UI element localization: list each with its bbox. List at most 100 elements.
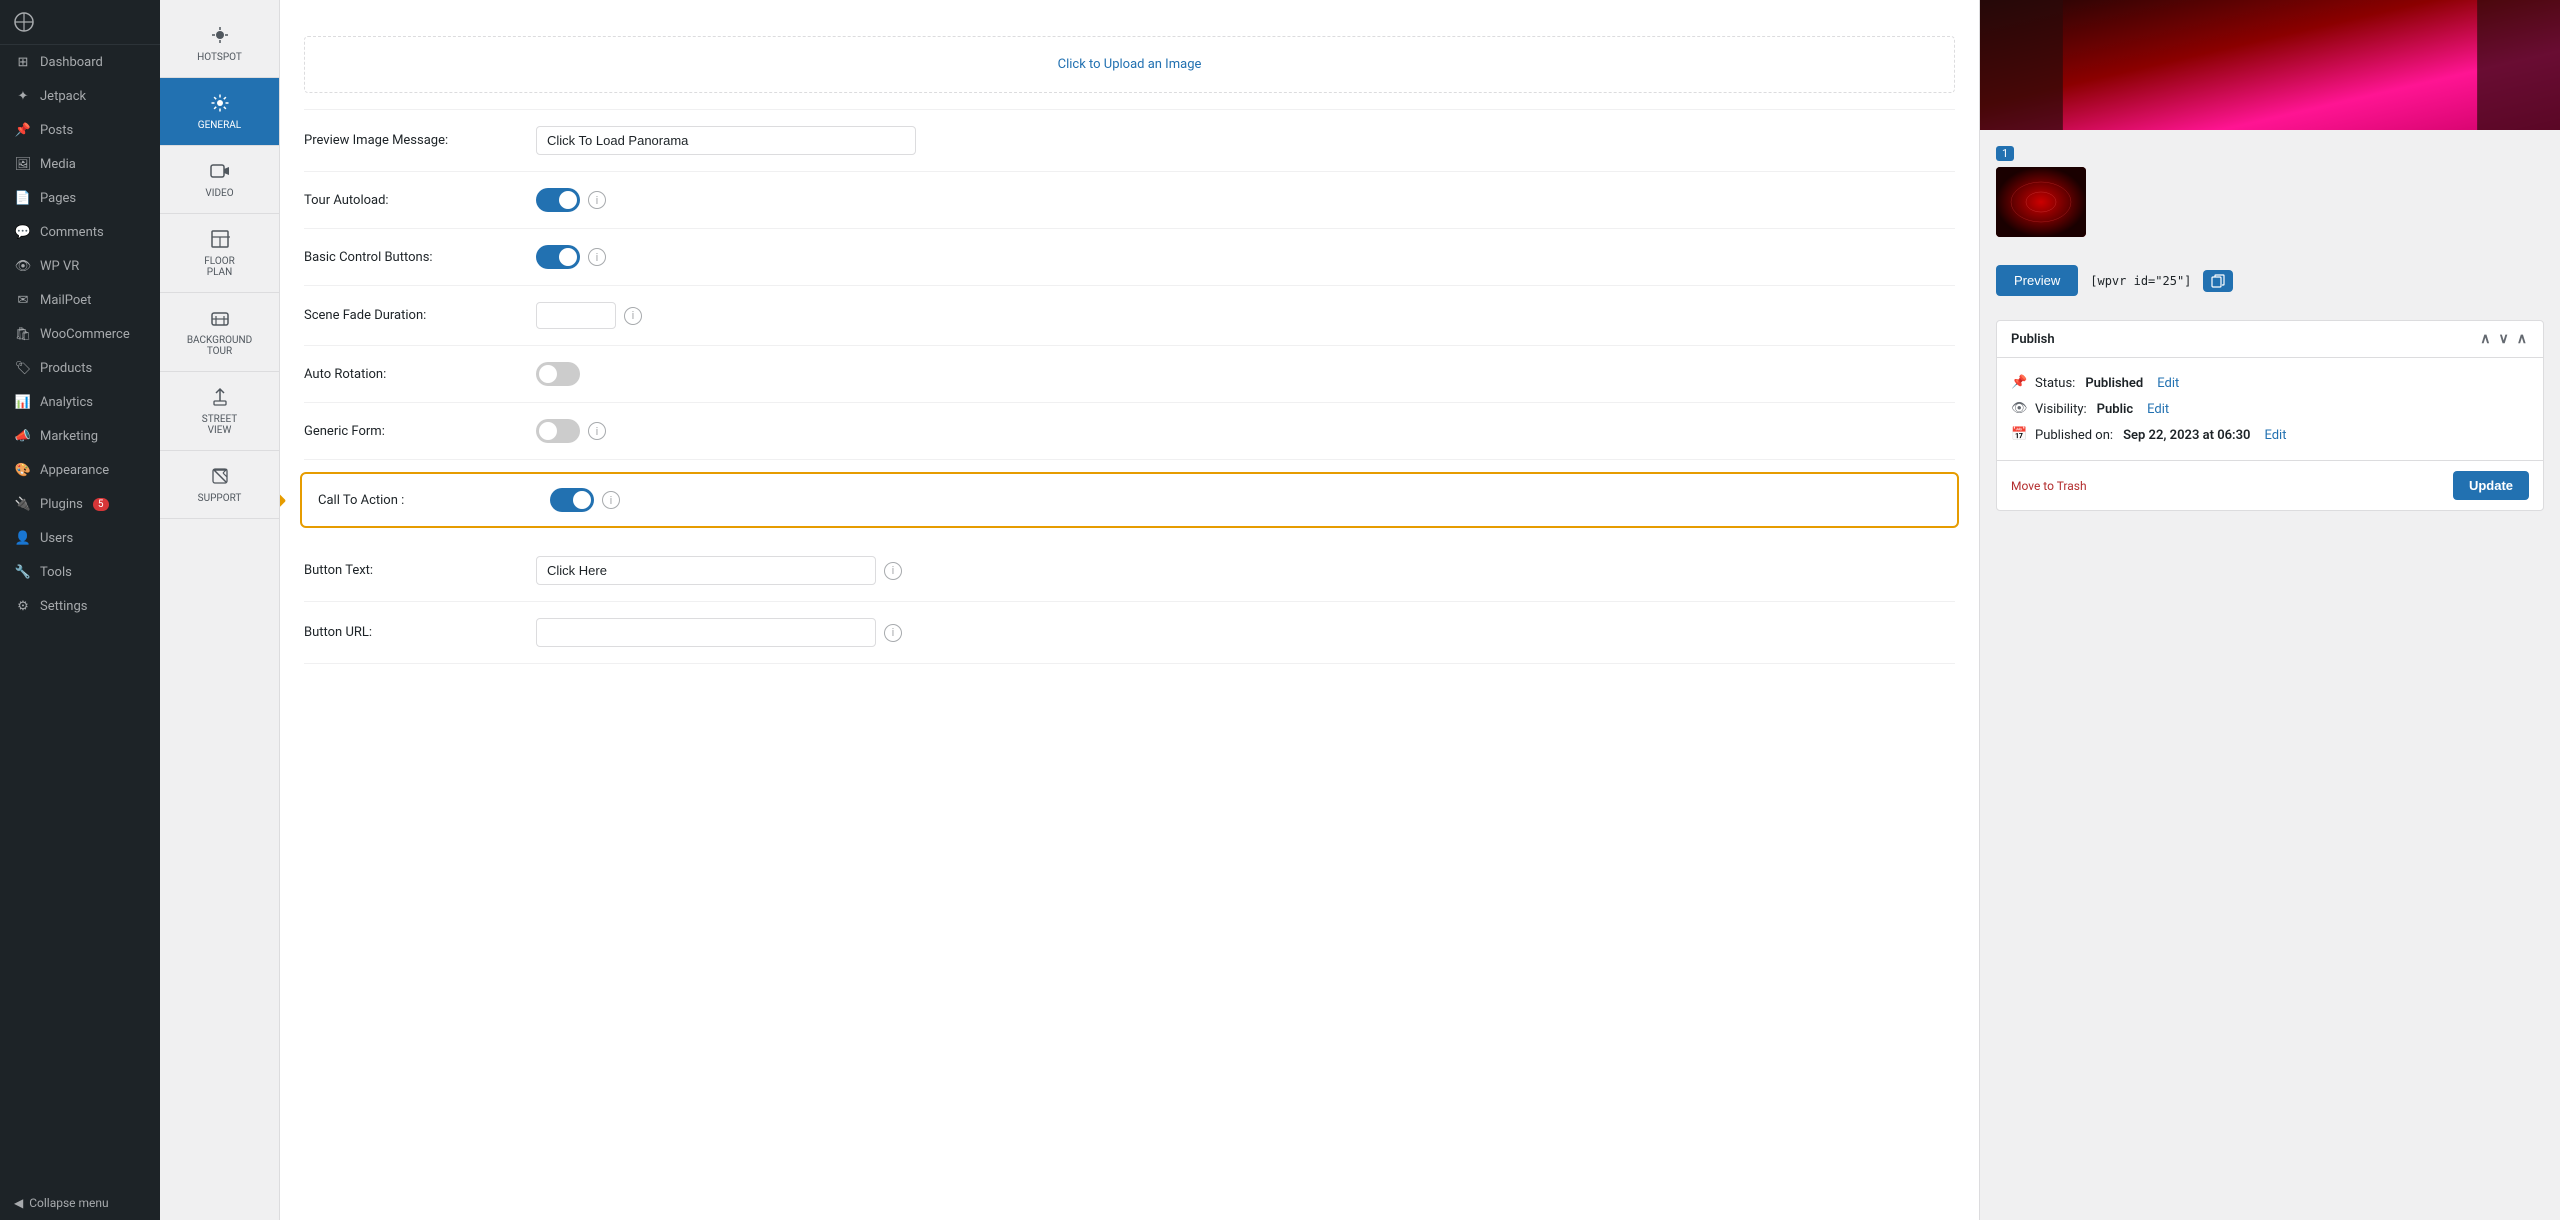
sidebar-item-comments[interactable]: 💬 Comments — [0, 215, 160, 249]
button-url-input[interactable] — [536, 618, 876, 647]
generic-form-toggle[interactable] — [536, 419, 580, 443]
tour-thumbnail — [1996, 167, 2086, 237]
sidebar-item-marketing[interactable]: 📣 Marketing — [0, 419, 160, 453]
sec-sidebar-street-view[interactable]: STREETVIEW — [160, 372, 279, 451]
auto-rotation-toggle[interactable] — [536, 362, 580, 386]
street-view-icon — [209, 386, 231, 408]
scene-fade-duration-row: Scene Fade Duration: i — [304, 286, 1955, 346]
collapse-menu-button[interactable]: ◀ Collapse menu — [0, 1186, 160, 1220]
call-to-action-wrapper: ➜ Call To Action : i — [304, 460, 1955, 540]
sec-sidebar-floor-plan[interactable]: FLOORPLAN — [160, 214, 279, 293]
upload-image-area[interactable]: Click to Upload an Image — [304, 36, 1955, 93]
visibility-icon: 👁 — [2011, 401, 2027, 417]
tour-autoload-label: Tour Autoload: — [304, 193, 524, 208]
call-to-action-toggle[interactable] — [550, 488, 594, 512]
call-to-action-control: i — [550, 488, 1941, 512]
preview-image-message-input[interactable] — [536, 126, 916, 155]
auto-rotation-label: Auto Rotation: — [304, 367, 524, 382]
sidebar-item-dashboard[interactable]: ⊞ Dashboard — [0, 45, 160, 79]
sidebar-item-woocommerce[interactable]: 🛍 WooCommerce — [0, 317, 160, 351]
button-url-control: i — [536, 618, 1955, 647]
publish-visibility-label: Visibility: — [2035, 402, 2087, 417]
secondary-sidebar: HOTSPOT GENERAL VIDEO FLOORPLAN — [160, 0, 280, 1220]
sidebar: ⊞ Dashboard ✦ Jetpack 📌 Posts 🖼 Media 📄 … — [0, 0, 160, 1220]
sidebar-label-woocommerce: WooCommerce — [40, 327, 130, 342]
basic-control-buttons-row: Basic Control Buttons: i — [304, 229, 1955, 286]
copy-shortcode-button[interactable] — [2203, 270, 2233, 292]
preview-button[interactable]: Preview — [1996, 265, 2078, 296]
sidebar-item-appearance[interactable]: 🎨 Appearance — [0, 453, 160, 487]
sidebar-label-analytics: Analytics — [40, 395, 93, 410]
button-text-info[interactable]: i — [884, 562, 902, 580]
sidebar-label-settings: Settings — [40, 599, 87, 614]
comments-icon: 💬 — [14, 223, 32, 241]
preview-image-container — [1980, 0, 2560, 130]
sec-sidebar-background-tour[interactable]: BACKGROUNDTOUR — [160, 293, 279, 372]
sidebar-label-plugins: Plugins — [40, 497, 83, 512]
button-url-row: Button URL: i — [304, 602, 1955, 664]
scene-fade-duration-info[interactable]: i — [624, 307, 642, 325]
sidebar-item-analytics[interactable]: 📊 Analytics — [0, 385, 160, 419]
sec-sidebar-video[interactable]: VIDEO — [160, 146, 279, 214]
sec-label-video: VIDEO — [205, 188, 233, 199]
sidebar-item-tools[interactable]: 🔧 Tools — [0, 555, 160, 589]
button-text-row: Button Text: i — [304, 540, 1955, 602]
publish-collapse-close[interactable]: ∧ — [2515, 331, 2529, 347]
publish-collapse-down[interactable]: ∨ — [2497, 331, 2511, 347]
publish-visibility-edit[interactable]: Edit — [2147, 402, 2169, 417]
sidebar-logo — [0, 0, 160, 45]
calendar-icon: 📅 — [2011, 427, 2027, 443]
publish-status-label: Status: — [2035, 376, 2075, 391]
users-icon: 👤 — [14, 529, 32, 547]
generic-form-control: i — [536, 419, 1955, 443]
publish-collapse-up[interactable]: ∧ — [2478, 331, 2492, 347]
publish-status-edit[interactable]: Edit — [2157, 376, 2179, 391]
tour-autoload-info[interactable]: i — [588, 191, 606, 209]
basic-control-buttons-toggle[interactable] — [536, 245, 580, 269]
button-text-control: i — [536, 556, 1955, 585]
sec-sidebar-general[interactable]: GENERAL — [160, 78, 279, 146]
tour-autoload-toggle[interactable] — [536, 188, 580, 212]
sidebar-item-media[interactable]: 🖼 Media — [0, 147, 160, 181]
sidebar-item-plugins[interactable]: 🔌 Plugins 5 — [0, 487, 160, 521]
publish-date-edit[interactable]: Edit — [2264, 428, 2286, 443]
sidebar-item-products[interactable]: 🏷 Products — [0, 351, 160, 385]
publish-header-controls: ∧ ∨ ∧ — [2478, 331, 2529, 347]
update-button[interactable]: Update — [2453, 471, 2529, 500]
sidebar-label-appearance: Appearance — [40, 463, 109, 478]
publish-status-value: Published — [2085, 376, 2143, 391]
preview-image-message-row: Preview Image Message: — [304, 110, 1955, 172]
publish-status-row: 📌 Status: Published Edit — [2011, 370, 2529, 396]
sidebar-item-users[interactable]: 👤 Users — [0, 521, 160, 555]
scene-fade-duration-input[interactable] — [536, 302, 616, 329]
settings-icon: ⚙ — [14, 597, 32, 615]
background-tour-icon — [209, 307, 231, 329]
publish-title: Publish — [2011, 332, 2055, 347]
basic-control-buttons-info[interactable]: i — [588, 248, 606, 266]
status-icon: 📌 — [2011, 375, 2027, 391]
tour-autoload-control: i — [536, 188, 1955, 212]
call-to-action-info[interactable]: i — [602, 491, 620, 509]
sidebar-item-pages[interactable]: 📄 Pages — [0, 181, 160, 215]
generic-form-info[interactable]: i — [588, 422, 606, 440]
button-text-input[interactable] — [536, 556, 876, 585]
move-to-trash-link[interactable]: Move to Trash — [2011, 479, 2087, 493]
sidebar-item-mailpoet[interactable]: ✉ MailPoet — [0, 283, 160, 317]
sec-sidebar-hotspot[interactable]: HOTSPOT — [160, 10, 279, 78]
generic-form-label: Generic Form: — [304, 424, 524, 439]
sec-sidebar-support[interactable]: SUPPORT — [160, 451, 279, 519]
tour-autoload-row: Tour Autoload: i — [304, 172, 1955, 229]
products-icon: 🏷 — [14, 359, 32, 377]
sidebar-item-posts[interactable]: 📌 Posts — [0, 113, 160, 147]
preview-image-placeholder — [1980, 0, 2560, 130]
sidebar-item-wpvr[interactable]: 👁 WP VR — [0, 249, 160, 283]
sidebar-item-jetpack[interactable]: ✦ Jetpack — [0, 79, 160, 113]
hotspot-icon — [209, 24, 231, 46]
woocommerce-icon: 🛍 — [14, 325, 32, 343]
jetpack-icon: ✦ — [14, 87, 32, 105]
call-to-action-slider — [550, 488, 594, 512]
publish-date-value: Sep 22, 2023 at 06:30 — [2123, 428, 2250, 443]
button-url-info[interactable]: i — [884, 624, 902, 642]
sidebar-item-settings[interactable]: ⚙ Settings — [0, 589, 160, 623]
tour-thumbnail-section: 1 — [1980, 130, 2560, 253]
